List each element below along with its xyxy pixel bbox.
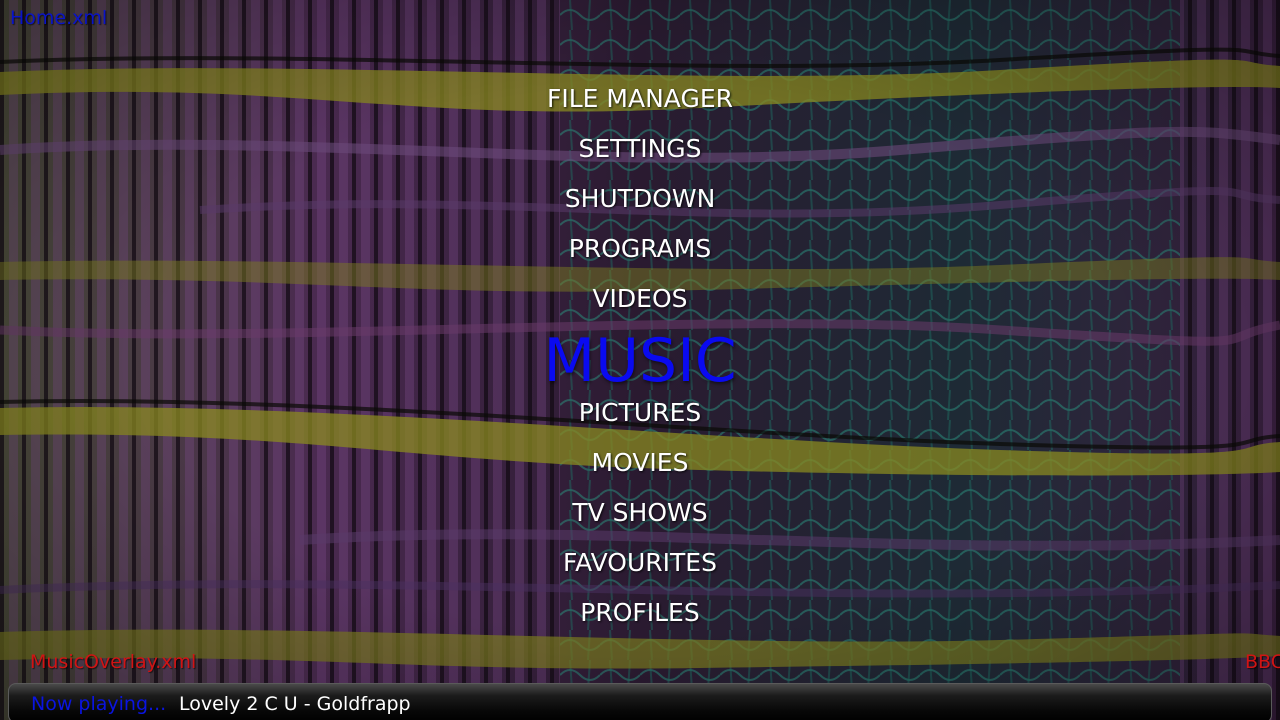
menu-item-music[interactable]: MUSIC bbox=[0, 328, 1280, 394]
menu-item-shutdown[interactable]: SHUTDOWN bbox=[0, 184, 1280, 214]
menu-item-movies[interactable]: MOVIES bbox=[0, 448, 1280, 478]
home-screen: Home.xml FILE MANAGER SETTINGS SHUTDOWN PRO… bbox=[0, 0, 1280, 720]
menu-item-pictures[interactable]: PICTURES bbox=[0, 398, 1280, 428]
menu-item-profiles[interactable]: PROFILES bbox=[0, 598, 1280, 628]
menu-item-programs[interactable]: PROGRAMS bbox=[0, 234, 1280, 264]
menu-item-videos[interactable]: VIDEOS bbox=[0, 284, 1280, 314]
now-playing-prefix: Now playing... bbox=[31, 693, 167, 715]
now-playing-bar[interactable]: Now playing... Lovely 2 C U - Goldfrapp bbox=[8, 683, 1272, 720]
home-menu: FILE MANAGER SETTINGS SHUTDOWN PROGRAMS VIDE… bbox=[0, 0, 1280, 640]
overlay-right-label: BBC bbox=[1245, 651, 1280, 673]
menu-item-tv-shows[interactable]: TV SHOWS bbox=[0, 498, 1280, 528]
menu-item-favourites[interactable]: FAVOURITES bbox=[0, 548, 1280, 578]
overlay-xml-label: MusicOverlay.xml bbox=[30, 651, 197, 673]
menu-item-settings[interactable]: SETTINGS bbox=[0, 134, 1280, 164]
now-playing-track: Lovely 2 C U - Goldfrapp bbox=[179, 693, 411, 715]
menu-item-file-manager[interactable]: FILE MANAGER bbox=[0, 84, 1280, 114]
